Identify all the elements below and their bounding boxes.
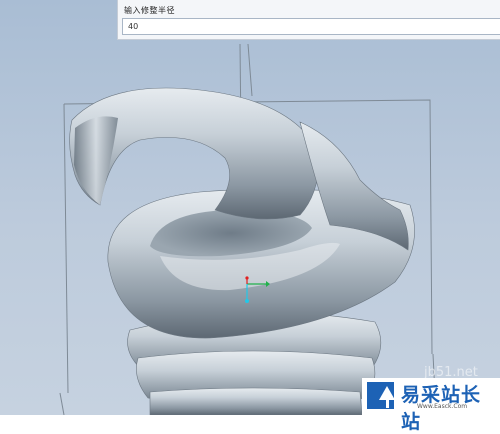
radius-prompt-label: 输入修整半径 — [124, 6, 175, 15]
model-viewport[interactable] — [0, 0, 500, 415]
watermark: jb51.net 易采站长站 Www.Easck.Com — [362, 365, 500, 433]
spiral-model[interactable] — [0, 0, 500, 415]
watermark-box: 易采站长站 Www.Easck.Com — [362, 378, 500, 433]
easck-logo-icon — [367, 382, 395, 409]
radius-input[interactable] — [122, 18, 500, 35]
watermark-site: Www.Easck.Com — [417, 403, 468, 410]
radius-input-panel: 输入修整半径 — [117, 0, 500, 40]
logo-stem — [386, 395, 389, 408]
